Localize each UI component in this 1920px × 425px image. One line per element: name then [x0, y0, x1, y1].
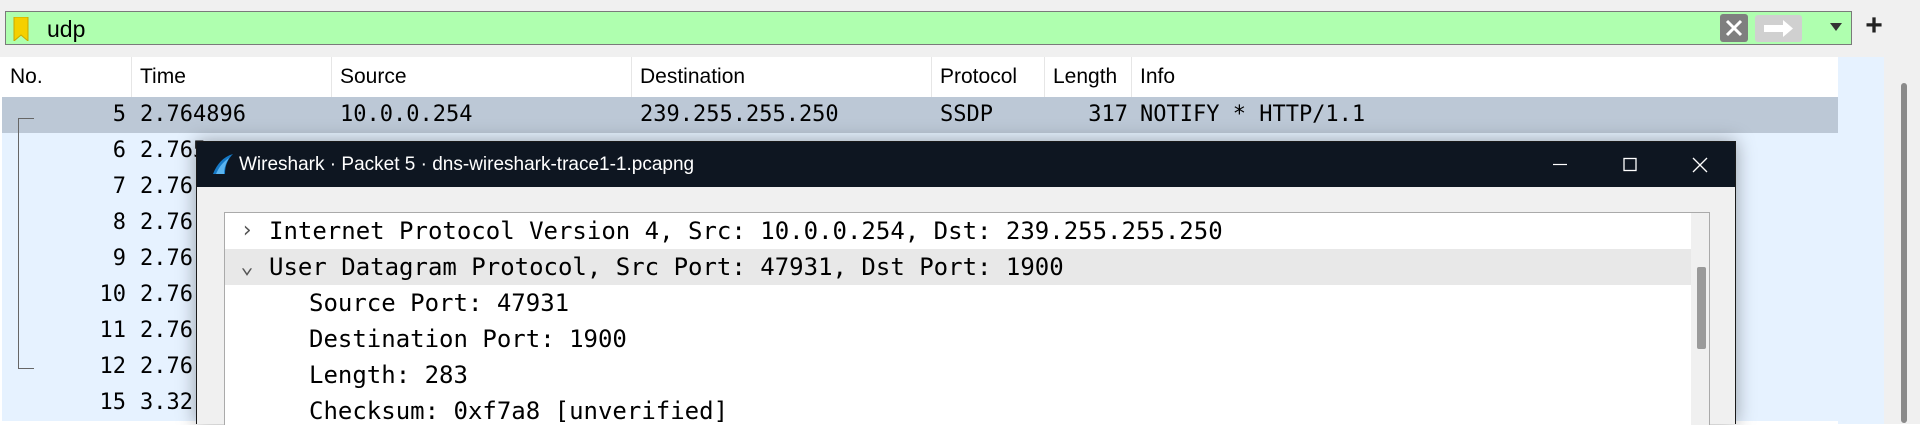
- filter-text[interactable]: udp: [47, 16, 85, 42]
- tree-item[interactable]: Source Port: 47931: [225, 285, 1691, 321]
- packet-source: 10.0.0.254: [340, 102, 473, 127]
- add-filter-button[interactable]: +: [1861, 11, 1887, 42]
- packet-length: 317: [1088, 102, 1128, 127]
- column-no[interactable]: No.: [2, 57, 132, 97]
- column-header: No. Time Source Destination Protocol Len…: [2, 57, 1838, 98]
- packet-time: 2.76: [140, 354, 193, 379]
- column-destination[interactable]: Destination: [632, 57, 932, 97]
- apply-filter-button[interactable]: [1755, 15, 1802, 42]
- close-button[interactable]: [1665, 142, 1735, 187]
- column-protocol[interactable]: Protocol: [932, 57, 1045, 97]
- packet-no: 9: [112, 246, 126, 271]
- dialog-title: Wireshark · Packet 5 · dns-wireshark-tra…: [239, 154, 695, 175]
- packet-time: 3.32: [140, 390, 193, 415]
- packet-list-blank-area: [1838, 57, 1884, 424]
- packet-info: NOTIFY * HTTP/1.1: [1140, 102, 1366, 127]
- conversation-bracket-end: [18, 368, 34, 369]
- tree-item[interactable]: Checksum: 0xf7a8 [unverified]: [225, 393, 1691, 425]
- packet-details-tree: › Internet Protocol Version 4, Src: 10.0.…: [224, 212, 1710, 425]
- close-icon: [1725, 19, 1743, 37]
- maximize-button[interactable]: [1595, 142, 1665, 187]
- tree-item-label: User Datagram Protocol, Src Port: 47931,…: [269, 253, 1064, 281]
- minimize-icon: [1553, 163, 1567, 166]
- clear-filter-button[interactable]: [1720, 14, 1748, 42]
- packet-no: 6: [112, 138, 126, 163]
- packet-time: 2.76: [140, 210, 193, 235]
- tree-item-label: Internet Protocol Version 4, Src: 10.0.0…: [269, 217, 1223, 245]
- chevron-down-icon[interactable]: [1829, 21, 1843, 33]
- tree-item[interactable]: Destination Port: 1900: [225, 321, 1691, 357]
- chevron-right-icon[interactable]: ›: [237, 213, 257, 249]
- column-source[interactable]: Source: [332, 57, 632, 97]
- tree-item-label: Checksum: 0xf7a8 [unverified]: [309, 397, 729, 425]
- display-filter-input[interactable]: udp: [5, 11, 1852, 45]
- packet-protocol: SSDP: [940, 102, 993, 127]
- arrow-right-icon: [1764, 20, 1793, 37]
- packet-time: 2.76: [140, 318, 193, 343]
- tree-item-label: Destination Port: 1900: [309, 325, 627, 353]
- packet-no: 11: [99, 318, 127, 343]
- packet-time: 2.76: [140, 174, 193, 199]
- details-scroll-thumb[interactable]: [1697, 267, 1706, 349]
- packet-no: 7: [112, 174, 126, 199]
- conversation-bracket-start: [18, 118, 34, 119]
- packet-row[interactable]: 5 2.764896 10.0.0.254 239.255.255.250 SSDP 31…: [2, 97, 1838, 133]
- display-filter-toolbar: udp +: [0, 0, 1920, 57]
- dialog-titlebar[interactable]: Wireshark · Packet 5 · dns-wireshark-tra…: [197, 142, 1735, 187]
- column-length[interactable]: Length: [1045, 57, 1132, 97]
- tree-item[interactable]: Length: 283: [225, 357, 1691, 393]
- packet-time: 2.76: [140, 246, 193, 271]
- column-info[interactable]: Info: [1132, 57, 1838, 97]
- packet-dialog: Wireshark · Packet 5 · dns-wireshark-tra…: [196, 141, 1736, 425]
- close-icon: [1692, 157, 1708, 173]
- packet-destination: 239.255.255.250: [640, 102, 839, 127]
- maximize-icon: [1623, 157, 1637, 172]
- packet-no: 5: [112, 102, 126, 127]
- chevron-down-icon[interactable]: ⌄: [237, 249, 257, 285]
- minimize-button[interactable]: [1525, 142, 1595, 187]
- packet-no: 12: [99, 354, 127, 379]
- packet-time: 2.76: [140, 282, 193, 307]
- packet-time: 2.764896: [140, 102, 246, 127]
- packet-list-scroll-thumb[interactable]: [1901, 83, 1907, 423]
- bookmark-icon[interactable]: [13, 17, 29, 41]
- tree-item-label: Source Port: 47931: [309, 289, 570, 317]
- tree-item[interactable]: ⌄ User Datagram Protocol, Src Port: 47931…: [225, 249, 1691, 285]
- conversation-bracket: [18, 118, 19, 369]
- packet-no: 15: [99, 390, 127, 415]
- tree-item-label: Length: 283: [309, 361, 468, 389]
- column-time[interactable]: Time: [132, 57, 332, 97]
- packet-no: 8: [112, 210, 126, 235]
- tree-item[interactable]: › Internet Protocol Version 4, Src: 10.0.…: [225, 213, 1691, 249]
- packet-no: 10: [99, 282, 127, 307]
- wireshark-fin-icon: [213, 154, 233, 174]
